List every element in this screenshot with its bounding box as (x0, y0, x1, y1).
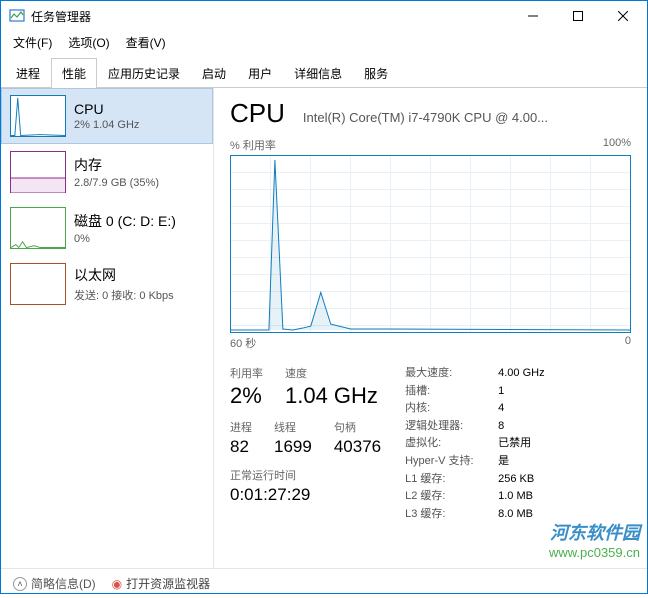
eth-val: 发送: 0 接收: 0 Kbps (74, 287, 174, 303)
kv-hyperv-k: Hyper-V 支持: (405, 453, 490, 471)
proc-value: 82 (230, 437, 252, 457)
maximize-button[interactable] (555, 1, 600, 31)
kv-l3-k: L3 缓存: (405, 506, 490, 524)
menubar: 文件(F) 选项(O) 查看(V) (1, 31, 647, 53)
cpu-thumb (10, 95, 66, 137)
util-label: 利用率 (230, 365, 263, 381)
kv-maxspeed-k: 最大速度: (405, 365, 490, 383)
kv-logical-v: 8 (498, 418, 504, 436)
thread-value: 1699 (274, 437, 312, 457)
kv-cores-v: 4 (498, 400, 504, 418)
chart-xright: 0 (625, 335, 631, 351)
kv-l3-v: 8.0 MB (498, 506, 533, 524)
mem-info: 内存 2.8/7.9 GB (35%) (74, 151, 159, 193)
stats: 利用率 2% 速度 1.04 GHz 进程 82 线程 1699 (230, 365, 631, 523)
detail-title: CPU (230, 98, 285, 129)
kv-virt-k: 虚拟化: (405, 435, 490, 453)
cpu-val: 2% 1.04 GHz (74, 119, 139, 131)
eth-name: 以太网 (74, 265, 174, 285)
mem-name: 内存 (74, 155, 159, 175)
cpu-info: CPU 2% 1.04 GHz (74, 95, 139, 137)
menu-options[interactable]: 选项(O) (60, 32, 117, 53)
kv-l2-v: 1.0 MB (498, 488, 533, 506)
tab-processes[interactable]: 进程 (5, 58, 51, 88)
tab-services[interactable]: 服务 (353, 58, 399, 88)
app-icon (9, 8, 25, 24)
chart-xleft: 60 秒 (230, 335, 256, 351)
tab-startup[interactable]: 启动 (191, 58, 237, 88)
speed-value: 1.04 GHz (285, 383, 378, 409)
eth-info: 以太网 发送: 0 接收: 0 Kbps (74, 263, 174, 305)
titlebar: 任务管理器 (1, 1, 647, 31)
detail-pane: CPU Intel(R) Core(TM) i7-4790K CPU @ 4.0… (214, 88, 647, 568)
thread-label: 线程 (274, 419, 312, 435)
sidebar-item-cpu[interactable]: CPU 2% 1.04 GHz (1, 88, 213, 144)
mem-val: 2.8/7.9 GB (35%) (74, 177, 159, 189)
resmon-icon: ◉ (112, 577, 122, 591)
proc-label: 进程 (230, 419, 252, 435)
kv-l2-k: L2 缓存: (405, 488, 490, 506)
stats-left: 利用率 2% 速度 1.04 GHz 进程 82 线程 1699 (230, 365, 381, 523)
speed-label: 速度 (285, 365, 378, 381)
cpu-chart (230, 155, 631, 333)
menu-view[interactable]: 查看(V) (118, 32, 174, 53)
detail-subtitle: Intel(R) Core(TM) i7-4790K CPU @ 4.00... (303, 110, 548, 125)
chevron-up-icon: ˄ (13, 577, 27, 591)
disk-thumb (10, 207, 66, 249)
uptime-value: 0:01:27:29 (230, 485, 381, 505)
resource-monitor-link[interactable]: ◉ 打开资源监视器 (112, 575, 211, 592)
handle-label: 句柄 (334, 419, 381, 435)
disk-val: 0% (74, 233, 176, 245)
kv-logical-k: 逻辑处理器: (405, 418, 490, 436)
sidebar: CPU 2% 1.04 GHz 内存 2.8/7.9 GB (35%) 磁盘 0… (1, 88, 214, 568)
uptime-label: 正常运行时间 (230, 467, 381, 483)
sidebar-item-ethernet[interactable]: 以太网 发送: 0 接收: 0 Kbps (1, 256, 213, 312)
kv-sockets-v: 1 (498, 383, 504, 401)
chart-labels: % 利用率 100% (230, 137, 631, 153)
tab-app-history[interactable]: 应用历史记录 (97, 58, 191, 88)
close-button[interactable] (600, 1, 645, 31)
menu-file[interactable]: 文件(F) (5, 32, 60, 53)
stats-right: 最大速度:4.00 GHz 插槽:1 内核:4 逻辑处理器:8 虚拟化:已禁用 … (405, 365, 544, 523)
detail-header: CPU Intel(R) Core(TM) i7-4790K CPU @ 4.0… (230, 98, 631, 129)
chart-xaxis: 60 秒 0 (230, 335, 631, 351)
chart-ymax: 100% (603, 137, 631, 153)
content: CPU 2% 1.04 GHz 内存 2.8/7.9 GB (35%) 磁盘 0… (1, 88, 647, 568)
tab-performance[interactable]: 性能 (51, 58, 97, 88)
kv-cores-k: 内核: (405, 400, 490, 418)
sidebar-item-memory[interactable]: 内存 2.8/7.9 GB (35%) (1, 144, 213, 200)
minimize-button[interactable] (510, 1, 555, 31)
disk-name: 磁盘 0 (C: D: E:) (74, 211, 176, 231)
kv-virt-v: 已禁用 (498, 435, 531, 453)
util-value: 2% (230, 383, 263, 409)
kv-hyperv-v: 是 (498, 453, 509, 471)
kv-l1-k: L1 缓存: (405, 471, 490, 489)
sidebar-item-disk[interactable]: 磁盘 0 (C: D: E:) 0% (1, 200, 213, 256)
handle-value: 40376 (334, 437, 381, 457)
disk-info: 磁盘 0 (C: D: E:) 0% (74, 207, 176, 249)
fewer-details-link[interactable]: ˄ 简略信息(D) (13, 575, 96, 592)
tab-details[interactable]: 详细信息 (283, 58, 353, 88)
window-title: 任务管理器 (31, 8, 510, 25)
chart-ylabel: % 利用率 (230, 137, 276, 153)
tabs: 进程 性能 应用历史记录 启动 用户 详细信息 服务 (1, 53, 647, 88)
tab-users[interactable]: 用户 (237, 58, 283, 88)
kv-sockets-k: 插槽: (405, 383, 490, 401)
kv-maxspeed-v: 4.00 GHz (498, 365, 544, 383)
cpu-name: CPU (74, 101, 139, 117)
eth-thumb (10, 263, 66, 305)
mem-thumb (10, 151, 66, 193)
kv-l1-v: 256 KB (498, 471, 534, 489)
